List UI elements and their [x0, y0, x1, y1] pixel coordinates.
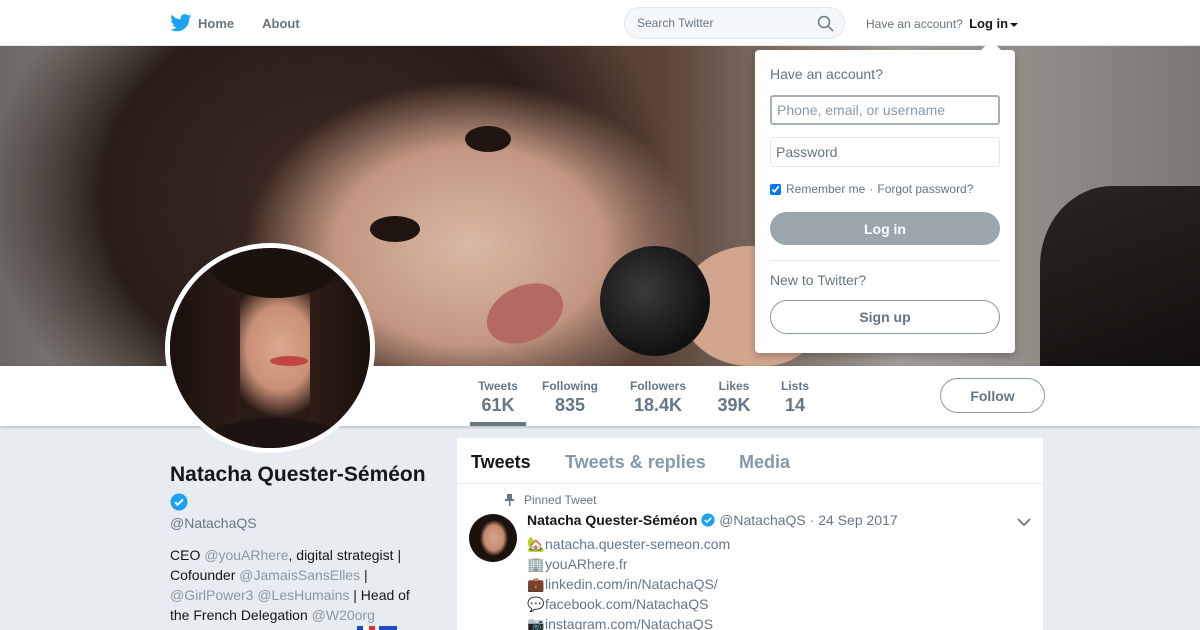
search-input[interactable] — [637, 16, 807, 30]
follow-button[interactable]: Follow — [940, 378, 1045, 413]
profile-bio: CEO @youARhere, digital strategist | Cof… — [170, 545, 430, 625]
stat-value: 18.4K — [633, 395, 683, 415]
remember-me-label[interactable]: Remember me — [786, 182, 865, 196]
bio-mention-link[interactable]: @W20org — [312, 607, 375, 623]
nav-about[interactable]: About — [262, 16, 300, 31]
new-to-twitter-text: New to Twitter? — [770, 272, 867, 288]
tweet-date[interactable]: 24 Sep 2017 — [818, 512, 897, 528]
profile-handle[interactable]: @NatachaQS — [170, 515, 257, 531]
nav-left: Home About — [170, 0, 328, 46]
password-input[interactable] — [770, 137, 1000, 167]
stat-label: Following — [542, 379, 598, 393]
have-account-text: Have an account? — [866, 17, 963, 31]
tweet-line: 🏡natacha.quester-semeon.com — [527, 534, 730, 554]
profile-name[interactable]: Natacha Quester-Séméon — [170, 463, 426, 487]
stat-label: Followers — [629, 379, 686, 393]
briefcase-icon: 💼 — [527, 576, 545, 592]
tweet-body: 🏡natacha.quester-semeon.com 🏢youARhere.f… — [527, 534, 730, 630]
stat-label: Tweets — [478, 379, 518, 393]
tweet-separator: · — [809, 512, 815, 528]
tweet-avatar[interactable] — [469, 514, 517, 562]
login-dropdown: Have an account? Remember me · Forgot pa… — [755, 40, 1015, 353]
stat-value: 39K — [717, 395, 751, 415]
tweet-link[interactable]: instagram.com/NatachaQS — [545, 616, 713, 630]
banner-detail — [465, 126, 511, 152]
top-navigation: Home About Have an account? Log in — [0, 0, 1200, 46]
tweet-author-handle[interactable]: @NatachaQS — [719, 512, 806, 528]
search-icon[interactable] — [817, 15, 834, 32]
pin-icon — [505, 494, 514, 506]
bio-mention-link[interactable]: @JamaisSansElles — [239, 567, 360, 583]
login-toggle-label: Log in — [969, 16, 1009, 31]
stat-followers[interactable]: Followers 18.4K — [629, 366, 687, 426]
pinned-tweet-label: Pinned Tweet — [505, 493, 597, 507]
signup-button[interactable]: Sign up — [770, 300, 1000, 334]
stat-following[interactable]: Following 835 — [541, 366, 599, 426]
search-box — [624, 7, 845, 39]
house-icon: 🏡 — [527, 536, 545, 552]
twitter-bird-icon — [170, 14, 192, 32]
speech-bubble-icon: 💬 — [527, 596, 545, 612]
forgot-password-link[interactable]: Forgot password? — [877, 182, 973, 196]
account-prompt: Have an account? Log in — [866, 16, 1019, 31]
caret-down-icon — [1010, 22, 1019, 27]
nav-home[interactable]: Home — [170, 14, 234, 32]
tab-media[interactable]: Media — [739, 452, 790, 473]
stat-lists[interactable]: Lists 14 — [780, 366, 810, 426]
verified-badge-icon — [170, 493, 188, 511]
stat-value: 14 — [784, 395, 806, 415]
banner-detail — [1040, 186, 1200, 366]
remember-me-checkbox[interactable] — [770, 183, 781, 195]
tweet-link[interactable]: youARhere.fr — [545, 556, 627, 572]
timeline: Tweets Tweets & replies Media Pinned Twe… — [456, 437, 1044, 630]
office-building-icon: 🏢 — [527, 556, 545, 572]
remember-row: Remember me · Forgot password? — [770, 182, 973, 196]
separator-dot: · — [869, 182, 874, 196]
bio-text: CEO — [170, 547, 205, 563]
profile-avatar[interactable] — [165, 243, 375, 453]
login-button[interactable]: Log in — [770, 212, 1000, 245]
tweet-link[interactable]: natacha.quester-semeon.com — [545, 536, 730, 552]
nav-about-label: About — [262, 15, 300, 31]
stat-tweets[interactable]: Tweets 61K — [470, 366, 526, 426]
banner-microphone — [600, 246, 710, 356]
avatar-detail — [270, 356, 308, 366]
tweet-line: 📷instagram.com/NatachaQS — [527, 614, 730, 630]
pinned-tweet[interactable]: Pinned Tweet Natacha Quester-Séméon @Nat… — [457, 484, 1045, 630]
username-input[interactable] — [770, 95, 1000, 125]
chevron-down-icon[interactable] — [1017, 517, 1031, 527]
dropdown-title: Have an account? — [770, 66, 883, 82]
tweet-link[interactable]: facebook.com/NatachaQS — [545, 596, 708, 612]
avatar-image — [170, 248, 370, 448]
stat-label: Lists — [780, 379, 809, 393]
tweet-header: Natacha Quester-Séméon @NatachaQS · 24 S… — [527, 512, 898, 528]
bio-mention-link[interactable]: @LesHumains — [257, 587, 349, 603]
bio-text: | — [360, 567, 368, 583]
verified-badge-icon — [701, 513, 715, 527]
tweet-link[interactable]: linkedin.com/in/NatachaQS/ — [545, 576, 718, 592]
dropdown-divider — [770, 260, 1000, 261]
tweet-line: 💼linkedin.com/in/NatachaQS/ — [527, 574, 730, 594]
tab-tweets-replies[interactable]: Tweets & replies — [565, 452, 706, 473]
timeline-tabs: Tweets Tweets & replies Media — [457, 438, 1043, 484]
tweet-line: 🏢youARhere.fr — [527, 554, 730, 574]
login-dropdown-toggle[interactable]: Log in — [969, 16, 1019, 31]
stat-label: Likes — [718, 379, 750, 393]
stat-value: 835 — [554, 395, 586, 415]
stat-likes[interactable]: Likes 39K — [716, 366, 752, 426]
pinned-text: Pinned Tweet — [524, 493, 597, 507]
flag-emoji-icons — [357, 626, 397, 630]
bio-mention-link[interactable]: @youARhere — [204, 547, 288, 563]
tweet-author-name[interactable]: Natacha Quester-Séméon — [527, 512, 697, 528]
tweet-line: 💬facebook.com/NatachaQS — [527, 594, 730, 614]
camera-icon: 📷 — [527, 616, 545, 630]
stat-value: 61K — [481, 395, 515, 415]
banner-detail — [477, 271, 573, 356]
bio-mention-link[interactable]: @GirlPower3 — [170, 587, 253, 603]
banner-detail — [370, 216, 420, 242]
nav-home-label: Home — [198, 15, 235, 31]
tab-tweets[interactable]: Tweets — [471, 452, 531, 473]
